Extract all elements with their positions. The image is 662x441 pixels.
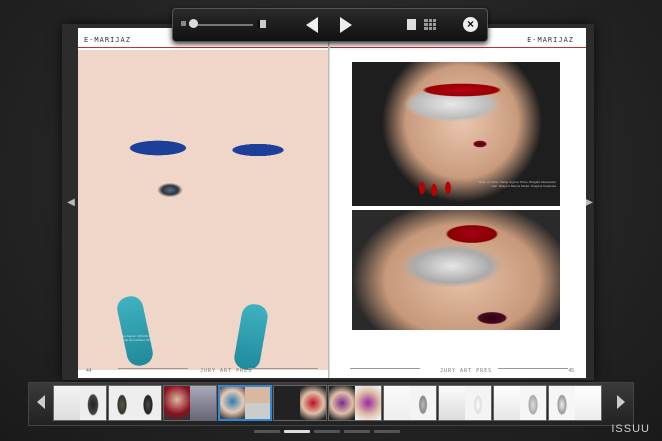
red-nails [414, 178, 464, 198]
right-bottom-photo [352, 210, 560, 330]
right-photo-credits: Make-Up Artist: Marija Jugovic Photo: Br… [478, 180, 556, 188]
right-page[interactable]: E-MARIJAZ Make-Up Artist: Marija Jugovic… [330, 28, 586, 378]
thumbnails-next-arrow-icon[interactable] [617, 395, 625, 409]
prev-page-side-arrow[interactable]: ◀ [66, 196, 76, 210]
zoom-slider-handle[interactable] [189, 19, 198, 28]
footer-rule [118, 368, 188, 369]
thumbnail[interactable] [273, 385, 327, 421]
right-footer: JURY ART PRES [440, 368, 493, 374]
single-page-icon[interactable] [407, 19, 416, 30]
left-masthead: E-MARIJAZ [84, 36, 131, 44]
thumbnail[interactable] [328, 385, 382, 421]
pager-dot[interactable] [314, 430, 340, 433]
thumbnail-strip [28, 382, 634, 426]
pager-dot[interactable] [374, 430, 400, 433]
thumbnail[interactable] [438, 385, 492, 421]
right-masthead-rule [330, 47, 586, 48]
viewer-toolbar: × [172, 8, 488, 42]
zoom-out-icon[interactable] [181, 21, 186, 26]
close-icon[interactable]: × [463, 17, 478, 32]
thumbnail[interactable] [108, 385, 162, 421]
grid-view-icon[interactable] [424, 19, 436, 30]
left-page[interactable]: E-MARIJAZ Make-Up Artist: Marija Jugovic… [78, 28, 328, 378]
thumbnails-prev-arrow-icon[interactable] [37, 395, 45, 409]
footer-rule [350, 368, 420, 369]
thumbnail[interactable] [548, 385, 602, 421]
left-page-photo [78, 50, 328, 370]
left-footer: JURY ART PRES [200, 368, 253, 374]
thumbnail[interactable] [163, 385, 217, 421]
left-photo-credits: Make-Up Artist: Marija Jugovic (MUAS) Ph… [96, 334, 205, 342]
left-page-number: 44 [86, 368, 92, 374]
footer-rule [248, 368, 318, 369]
zoom-slider[interactable] [189, 24, 253, 26]
pager-dot-active[interactable] [284, 430, 310, 433]
footer-rule [498, 368, 568, 369]
thumbnail[interactable] [53, 385, 107, 421]
thumbnail-list [53, 385, 609, 423]
zoom-in-icon[interactable] [257, 20, 266, 28]
pager-dot[interactable] [254, 430, 280, 433]
right-page-number: 45 [568, 368, 574, 374]
issuu-logo[interactable]: ISSUU [611, 423, 650, 435]
left-masthead-rule [78, 47, 328, 48]
thumbnail-current[interactable] [218, 385, 272, 421]
right-masthead: E-MARIJAZ [527, 36, 574, 44]
next-page-icon[interactable] [340, 17, 352, 33]
thumbnail[interactable] [383, 385, 437, 421]
right-top-photo: Make-Up Artist: Marija Jugovic Photo: Br… [352, 62, 560, 206]
thumbnail-pager [254, 430, 404, 434]
pager-dot[interactable] [344, 430, 370, 433]
previous-page-icon[interactable] [306, 17, 318, 33]
thumbnail[interactable] [493, 385, 547, 421]
